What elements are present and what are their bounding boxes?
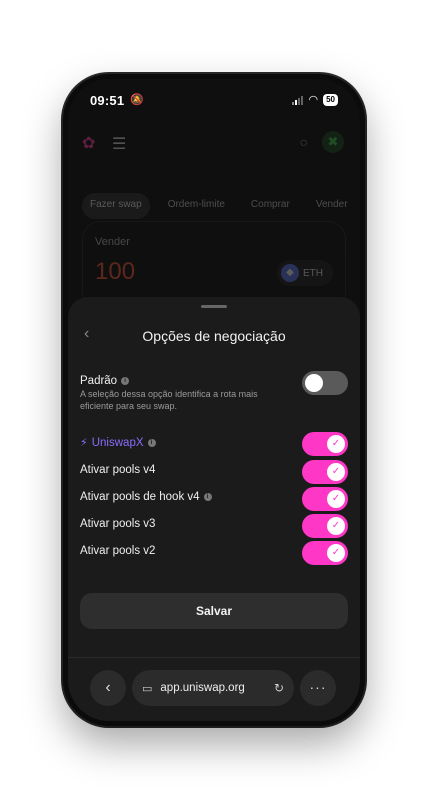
status-bar: 09:51 🔕 ◠ 50 bbox=[68, 91, 360, 113]
v4-hooks-toggle[interactable]: ✓ bbox=[302, 487, 348, 511]
option-row-v2: Ativar pools v2 ✓ bbox=[80, 541, 348, 565]
save-button[interactable]: Salvar bbox=[80, 593, 348, 629]
search-icon[interactable]: ○ bbox=[300, 134, 308, 150]
ethereum-icon: ◆ bbox=[281, 264, 299, 282]
browser-back-button[interactable]: ‹ bbox=[90, 670, 126, 706]
phone-screen: 09:51 🔕 ◠ 50 ✿ ☰ ○ ✖ Fazer swap Ordem-li… bbox=[68, 79, 360, 721]
check-icon: ✓ bbox=[327, 463, 345, 481]
status-time: 09:51 bbox=[90, 93, 125, 108]
more-options-button[interactable]: ··· bbox=[300, 670, 336, 706]
sell-label: Vender bbox=[95, 236, 130, 248]
check-icon: ✓ bbox=[327, 517, 345, 535]
option-label-v4-hooks: Ativar pools de hook v4 bbox=[80, 491, 200, 503]
lightning-icon: ⚡ bbox=[80, 437, 88, 449]
uniswap-logo-icon: ✿ bbox=[82, 135, 96, 152]
bell-muted-icon: 🔕 bbox=[130, 94, 144, 106]
option-row-uniswapx: ⚡ UniswapX i ✓ bbox=[80, 432, 348, 456]
v2-pools-toggle[interactable]: ✓ bbox=[302, 541, 348, 565]
toggle-knob bbox=[305, 374, 323, 392]
signal-icon bbox=[292, 95, 304, 105]
menu-icon[interactable]: ☰ bbox=[112, 134, 126, 154]
token-symbol: ETH bbox=[303, 267, 323, 279]
option-label-v4: Ativar pools v4 bbox=[80, 464, 156, 476]
trade-tabs: Fazer swap Ordem-limite Comprar Vender bbox=[82, 193, 360, 219]
v3-pools-toggle[interactable]: ✓ bbox=[302, 514, 348, 538]
phone-frame: 09:51 🔕 ◠ 50 ✿ ☰ ○ ✖ Fazer swap Ordem-li… bbox=[63, 74, 365, 726]
app-header: ✿ ☰ ○ ✖ bbox=[82, 131, 346, 157]
uniswapx-toggle[interactable]: ✓ bbox=[302, 432, 348, 456]
url-text: app.uniswap.org bbox=[160, 682, 245, 694]
avatar[interactable]: ✖ bbox=[322, 131, 344, 153]
check-icon: ✓ bbox=[327, 490, 345, 508]
tab-buy[interactable]: Comprar bbox=[243, 193, 298, 219]
battery-badge: 50 bbox=[323, 93, 338, 106]
option-row-v3: Ativar pools v3 ✓ bbox=[80, 514, 348, 538]
info-icon[interactable]: i bbox=[147, 438, 156, 447]
tab-swap[interactable]: Fazer swap bbox=[82, 193, 150, 219]
reload-icon[interactable]: ↻ bbox=[274, 681, 284, 695]
browser-toolbar: ‹ ▭ app.uniswap.org ↻ ··· bbox=[68, 657, 360, 721]
v4-pools-toggle[interactable]: ✓ bbox=[302, 460, 348, 484]
option-label-v2: Ativar pools v2 bbox=[80, 545, 156, 557]
default-description: A seleção dessa opção identifica a rota … bbox=[80, 389, 258, 411]
option-row-v4-hooks: Ativar pools de hook v4 i ✓ bbox=[80, 487, 348, 511]
info-icon[interactable]: i bbox=[203, 493, 212, 501]
option-label-uniswapx: UniswapX bbox=[91, 436, 144, 449]
site-settings-icon[interactable]: ▭ bbox=[142, 682, 152, 695]
option-label-default: Padrão bbox=[80, 375, 118, 387]
info-icon[interactable]: i bbox=[121, 377, 130, 385]
trade-options-sheet: ‹ Opções de negociação Padrão i A seleçã… bbox=[68, 297, 360, 657]
option-row-v4: Ativar pools v4 ✓ bbox=[80, 460, 348, 484]
sheet-title: Opções de negociação bbox=[142, 328, 286, 344]
token-selector[interactable]: ◆ ETH bbox=[277, 260, 333, 286]
tab-sell[interactable]: Vender bbox=[308, 193, 356, 219]
address-bar[interactable]: ▭ app.uniswap.org ↻ bbox=[132, 670, 294, 706]
option-label-v3: Ativar pools v3 bbox=[80, 518, 156, 530]
tab-limit[interactable]: Ordem-limite bbox=[160, 193, 233, 219]
sheet-drag-handle[interactable] bbox=[201, 305, 227, 308]
wifi-icon: ◠ bbox=[308, 94, 319, 106]
status-indicators: ◠ 50 bbox=[292, 93, 338, 106]
check-icon: ✓ bbox=[327, 435, 345, 453]
default-toggle[interactable] bbox=[302, 371, 348, 395]
sell-amount-input[interactable]: 100 bbox=[95, 258, 135, 286]
check-icon: ✓ bbox=[327, 544, 345, 562]
